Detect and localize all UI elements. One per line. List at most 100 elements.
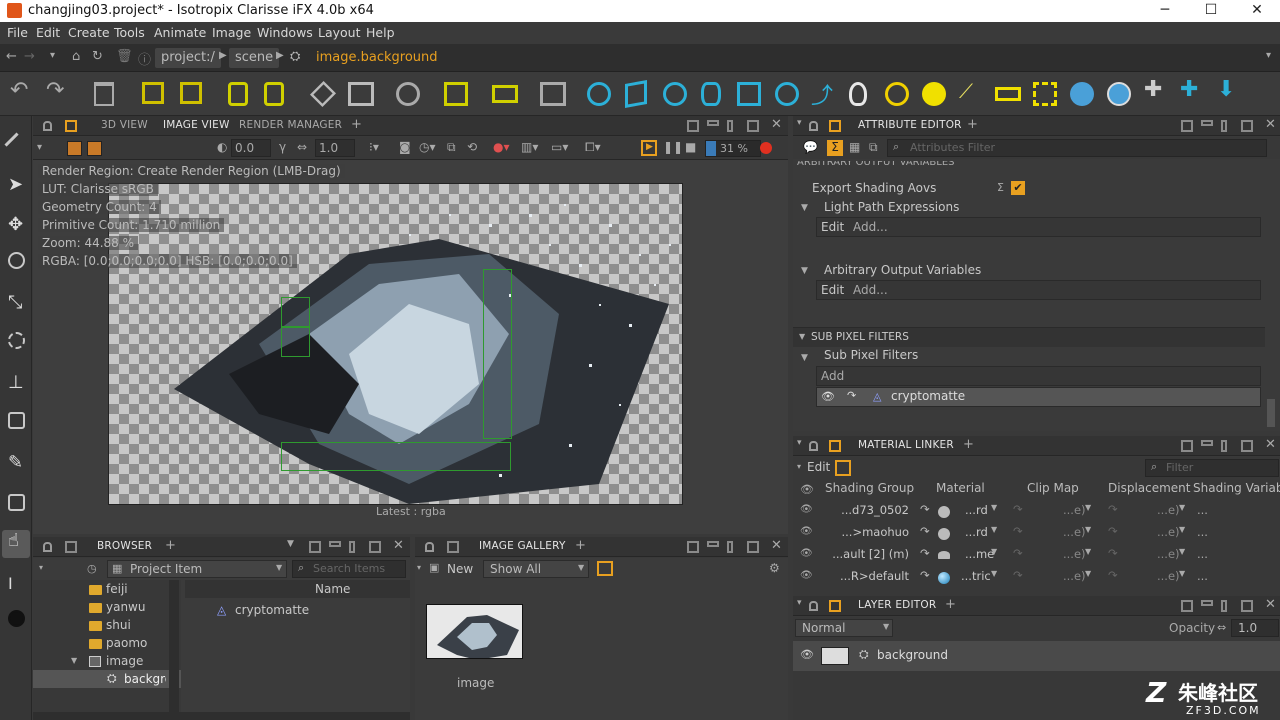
sun-light-icon[interactable] — [885, 82, 909, 106]
gallery-thumbnail[interactable] — [426, 604, 523, 659]
collapse-arrow-icon[interactable]: ▼ — [801, 353, 808, 363]
speech-bubble-icon[interactable]: 💬 — [803, 140, 818, 154]
maximize-panel-icon[interactable] — [747, 120, 759, 132]
item-cryptomatte[interactable]: cryptomatte — [235, 603, 309, 617]
visibility-eye-icon[interactable]: 👁 — [821, 390, 835, 403]
menu-animate[interactable]: Animate — [154, 25, 206, 40]
edit-menu[interactable]: Edit — [821, 220, 844, 234]
menu-tools[interactable]: Tools — [114, 25, 145, 40]
menu-edit[interactable]: Edit — [36, 25, 60, 40]
gallery-view-icon[interactable] — [597, 561, 613, 576]
lock-icon[interactable] — [809, 121, 818, 131]
ungroup-icon[interactable] — [180, 82, 202, 104]
dropdown-icon[interactable]: ▾ — [39, 563, 43, 572]
grid-primitive-icon[interactable] — [737, 82, 761, 106]
show-filter-select[interactable]: Show All — [483, 560, 589, 578]
dropdown-icon[interactable]: ▼ — [991, 503, 997, 512]
curve-icon[interactable]: ⤴ — [811, 78, 835, 109]
layout-grid-icon[interactable] — [1181, 600, 1193, 612]
add-tab-icon[interactable]: + — [575, 538, 586, 553]
panel-options-icon[interactable] — [65, 541, 77, 553]
add-tab-icon[interactable]: + — [351, 117, 362, 132]
layout-grid-icon[interactable] — [687, 120, 699, 132]
expand-arrow-icon[interactable]: ▼ — [71, 656, 77, 665]
visibility-eye-icon[interactable]: 👁 — [800, 504, 813, 515]
tab-attribute-editor[interactable]: ATTRIBUTE EDITOR — [858, 119, 962, 131]
table-row[interactable]: 👁 ...d73_0502 ↷ ...rd ▼ ↷ ...e) ▼ ↷ ...e… — [795, 500, 1280, 522]
rotate-tool-icon[interactable] — [8, 252, 25, 269]
region-tool-icon[interactable]: ☝ — [2, 530, 30, 558]
lock-icon[interactable] — [809, 441, 818, 451]
maximize-panel-icon[interactable] — [1241, 120, 1253, 132]
reset-icon[interactable]: ⟲ — [467, 140, 477, 154]
layout-hsplit-icon[interactable] — [707, 541, 719, 547]
unlock-icon[interactable] — [264, 82, 284, 106]
locator-icon[interactable]: ✚ — [1180, 77, 1204, 102]
close-panel-icon[interactable]: ✕ — [393, 538, 404, 553]
attributes-filter-input[interactable]: Attributes Filter — [887, 139, 1267, 157]
menu-help[interactable]: Help — [366, 25, 395, 40]
history-dropdown-icon[interactable]: ▾ — [50, 50, 55, 61]
shading-variable-cell[interactable]: ... — [1197, 503, 1208, 517]
maximize-panel-icon[interactable] — [747, 541, 759, 553]
exposure-field[interactable]: 0.0 — [231, 139, 271, 157]
dropdown-icon[interactable]: ▼ — [1085, 525, 1091, 534]
panel-options-icon[interactable] — [829, 600, 841, 612]
cryptomatte-row[interactable]: 👁 ↷ ◬ cryptomatte — [816, 387, 1261, 407]
dropdown-icon[interactable]: ▾ — [797, 118, 802, 128]
environment-light-icon[interactable] — [1070, 82, 1094, 106]
material-cell[interactable]: ...rd — [965, 525, 988, 539]
tree-item[interactable]: shui — [106, 618, 131, 632]
collapse-arrow-icon[interactable]: ▼ — [801, 266, 808, 276]
panel-options-icon[interactable] — [65, 120, 77, 132]
opacity-field[interactable]: 1.0 — [1231, 619, 1279, 637]
displacement-cell[interactable]: ...e) — [1157, 525, 1180, 539]
link-icon[interactable]: ↷ — [847, 389, 856, 402]
transform-icon[interactable]: ✚ — [1144, 77, 1168, 102]
layout-grid-icon[interactable] — [309, 541, 321, 553]
dropdown-icon[interactable]: ▼ — [991, 569, 997, 578]
panel-options-icon[interactable] — [829, 440, 841, 452]
layout-grid-icon[interactable] — [1181, 120, 1193, 132]
tree-item[interactable]: image — [106, 654, 143, 668]
skylight-icon[interactable] — [1107, 82, 1131, 106]
tree-item[interactable]: feiji — [106, 582, 128, 596]
menu-image[interactable]: Image — [212, 25, 251, 40]
grid-icon[interactable]: ▦ — [849, 140, 860, 154]
close-panel-icon[interactable]: ✕ — [1265, 437, 1276, 452]
box-primitive-icon[interactable] — [625, 80, 647, 108]
table-row[interactable]: 👁 ...R>default ↷ ...tric ▼ ↷ ...e) ▼ ↷ .… — [795, 566, 1280, 588]
layout-hsplit-icon[interactable] — [1201, 600, 1213, 606]
layout-vsplit-icon[interactable] — [1221, 440, 1227, 452]
material-cell[interactable]: ...me — [965, 547, 994, 561]
maximize-panel-icon[interactable] — [1241, 600, 1253, 612]
display-mode-icon[interactable]: ▥▾ — [521, 140, 538, 154]
crumb-project[interactable]: project:/ — [155, 48, 221, 68]
undo-icon[interactable]: ↶ — [10, 78, 34, 103]
add-button[interactable]: Add... — [853, 283, 888, 297]
clip-map-cell[interactable]: ...e) — [1063, 503, 1086, 517]
trash-icon[interactable]: 🗑 — [116, 49, 133, 64]
lock-icon[interactable] — [425, 542, 434, 552]
text-cursor-icon[interactable]: Ι — [8, 574, 25, 593]
geosphere-primitive-icon[interactable] — [775, 82, 799, 106]
checker-toggle-icon[interactable] — [67, 141, 82, 156]
close-panel-icon[interactable]: ✕ — [1265, 117, 1276, 132]
layout-grid-icon[interactable] — [687, 541, 699, 553]
name-column-header[interactable]: Name — [315, 582, 350, 596]
move-tool-icon[interactable]: ✥ — [8, 214, 25, 235]
dropdown-icon[interactable]: ▾ — [417, 563, 421, 572]
add-tab-icon[interactable]: + — [963, 437, 974, 452]
select-tool-icon[interactable]: ➤ — [8, 174, 25, 195]
shading-variable-cell[interactable]: ... — [1197, 525, 1208, 539]
tree-item[interactable]: yanwu — [106, 600, 145, 614]
lock-icon[interactable] — [43, 542, 52, 552]
displacement-cell[interactable]: ...e) — [1157, 503, 1180, 517]
menu-windows[interactable]: Windows — [257, 25, 313, 40]
snapshot-icon[interactable]: ◙ — [399, 140, 411, 154]
clip-map-cell[interactable]: ...e) — [1063, 547, 1086, 561]
maximize-panel-icon[interactable] — [1241, 440, 1253, 452]
maximize-button[interactable]: ☐ — [1188, 0, 1234, 22]
tree-item-selected[interactable]: backgro — [124, 672, 166, 686]
menu-file[interactable]: File — [7, 25, 28, 40]
